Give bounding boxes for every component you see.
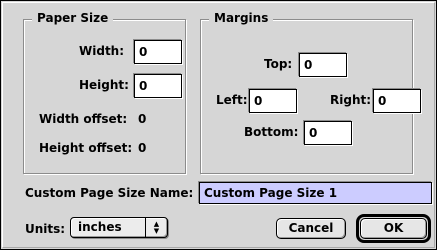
height-field[interactable]: 0 bbox=[134, 74, 182, 98]
top-label: Top: bbox=[264, 57, 293, 71]
height-offset-label: Height offset: bbox=[39, 141, 133, 155]
left-field[interactable]: 0 bbox=[249, 89, 297, 113]
cancel-button[interactable]: Cancel bbox=[276, 218, 346, 239]
width-offset-value: 0 bbox=[138, 112, 147, 126]
width-offset-label: Width offset: bbox=[39, 112, 128, 126]
custom-page-size-dialog: Paper Size Width: 0 Height: 0 Width offs… bbox=[0, 0, 437, 250]
right-field[interactable]: 0 bbox=[373, 89, 421, 113]
width-label: Width: bbox=[79, 44, 125, 58]
width-field[interactable]: 0 bbox=[134, 40, 182, 64]
height-label: Height: bbox=[79, 78, 129, 92]
right-label: Right: bbox=[330, 93, 372, 107]
height-offset-value: 0 bbox=[138, 141, 147, 155]
ok-button[interactable]: OK bbox=[360, 218, 427, 239]
paper-size-title: Paper Size bbox=[32, 11, 114, 25]
up-down-arrows-icon: ▲ ▼ bbox=[145, 218, 167, 237]
bottom-label: Bottom: bbox=[244, 125, 299, 139]
left-label: Left: bbox=[216, 93, 248, 107]
units-popup-value: inches bbox=[78, 220, 122, 234]
units-popup[interactable]: inches ▲ ▼ bbox=[70, 217, 168, 238]
margins-title: Margins bbox=[209, 11, 274, 25]
custom-page-size-name-field[interactable]: Custom Page Size 1 bbox=[199, 182, 432, 204]
bottom-field[interactable]: 0 bbox=[304, 121, 352, 145]
units-label: Units: bbox=[25, 222, 66, 236]
custom-page-size-name-label: Custom Page Size Name: bbox=[25, 186, 194, 200]
top-field[interactable]: 0 bbox=[299, 53, 347, 77]
